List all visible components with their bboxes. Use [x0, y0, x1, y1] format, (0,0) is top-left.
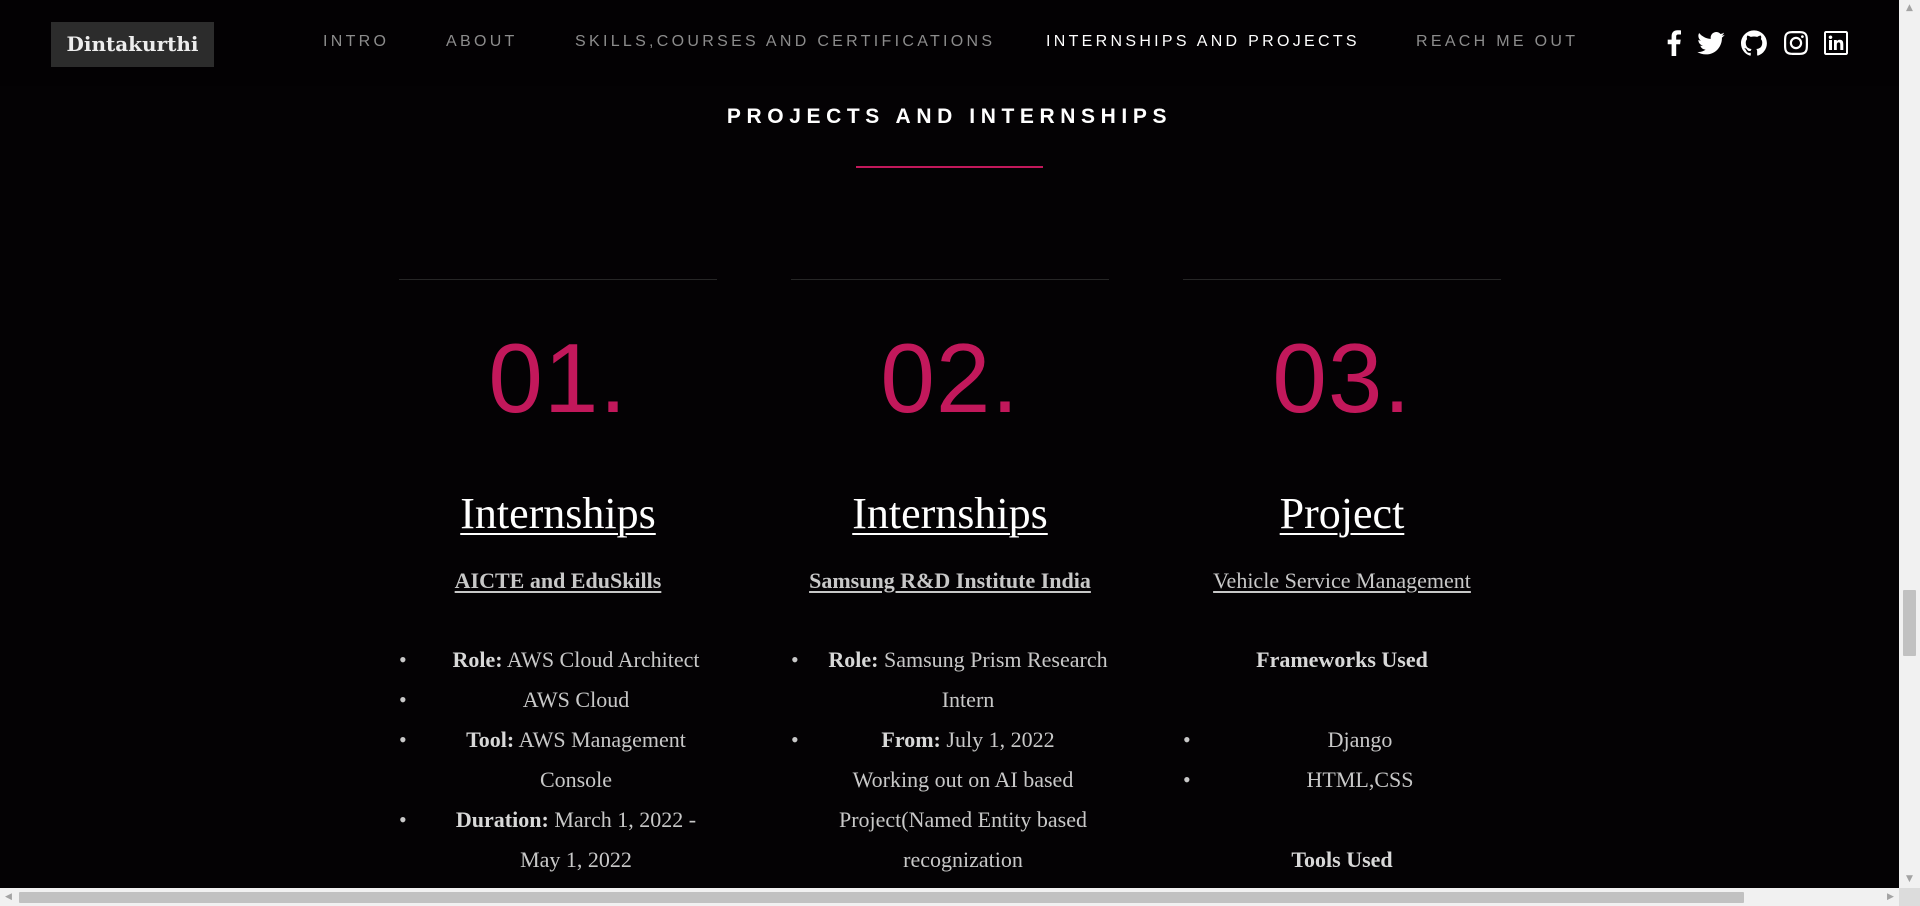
horizontal-scrollbar[interactable]: ◀ ▶ [0, 888, 1899, 906]
horizontal-scroll-thumb[interactable] [19, 892, 1744, 903]
details-list: Role: AWS Cloud Architect AWS Cloud Tool… [399, 640, 717, 880]
card-internship-samsung: 02. Internships Samsung R&D Institute In… [791, 279, 1109, 906]
site-logo[interactable]: Dintakurthi [51, 22, 214, 67]
list-item: From: July 1, 2022 [791, 720, 1109, 760]
github-icon[interactable] [1740, 29, 1768, 57]
list-item: Tool: AWS Management Console [399, 720, 717, 800]
page: Dintakurthi INTRO ABOUT SKILLS,COURSES A… [0, 0, 1920, 906]
card-subtitle-link[interactable]: Samsung R&D Institute India [791, 566, 1109, 596]
nav-item-skills[interactable]: SKILLS,COURSES AND CERTIFICATIONS [575, 33, 995, 51]
card-heading[interactable]: Project [1183, 486, 1501, 542]
details-list: Role: Samsung Prism Research Intern From… [791, 640, 1109, 760]
card-subtitle-link[interactable]: AICTE and EduSkills [399, 566, 717, 596]
card-heading[interactable]: Internships [791, 486, 1109, 542]
navbar: Dintakurthi INTRO ABOUT SKILLS,COURSES A… [0, 0, 1899, 86]
linkedin-icon[interactable] [1822, 29, 1850, 57]
list-item: Role: AWS Cloud Architect [399, 640, 717, 680]
card-number: 03. [1272, 323, 1412, 433]
card-details: Role: AWS Cloud Architect AWS Cloud Tool… [399, 640, 717, 880]
card-number: 02. [880, 323, 1020, 433]
instagram-icon[interactable] [1782, 29, 1810, 57]
scroll-left-arrow[interactable]: ◀ [0, 888, 17, 906]
scroll-down-arrow[interactable]: ▼ [1899, 871, 1920, 888]
nav-item-reach-me-out[interactable]: REACH ME OUT [1416, 33, 1578, 51]
list-item: Role: Samsung Prism Research Intern [791, 640, 1109, 720]
item-value: AWS Cloud Architect [506, 647, 700, 672]
scroll-right-arrow[interactable]: ▶ [1882, 888, 1899, 906]
item-value: July 1, 2022 [946, 727, 1055, 752]
card-divider [399, 279, 717, 280]
nav-item-internships-projects[interactable]: INTERNSHIPS AND PROJECTS [1046, 33, 1360, 51]
item-value: AWS Cloud [522, 687, 630, 712]
item-value: Samsung Prism Research Intern [883, 647, 1108, 712]
frameworks-list: Django HTML,CSS [1183, 720, 1501, 800]
nav-item-about[interactable]: ABOUT [446, 33, 518, 51]
frameworks-heading: Frameworks Used [1256, 647, 1428, 672]
item-label: Tool: [466, 727, 515, 752]
vertical-scroll-thumb[interactable] [1903, 590, 1916, 656]
list-item: Django [1183, 720, 1501, 760]
item-label: Role: [452, 647, 503, 672]
card-number: 01. [488, 323, 628, 433]
card-divider [791, 279, 1109, 280]
card-heading[interactable]: Internships [399, 486, 717, 542]
card-details: Role: Samsung Prism Research Intern From… [791, 640, 1109, 880]
project-description: Working out on AI based Project(Named En… [838, 767, 1088, 872]
card-internship-aicte: 01. Internships AICTE and EduSkills Role… [399, 279, 717, 906]
card-details: Frameworks Used Django HTML,CSS Tools Us… [1183, 640, 1501, 880]
card-project-vehicle: 03. Project Vehicle Service Management F… [1183, 279, 1501, 906]
facebook-icon[interactable] [1660, 29, 1688, 57]
twitter-icon[interactable] [1697, 29, 1725, 57]
scrollbar-corner [1899, 888, 1920, 906]
nav-item-intro[interactable]: INTRO [323, 33, 389, 51]
section-title: PROJECTS AND INTERNSHIPS [726, 105, 1173, 128]
item-label: From: [881, 727, 941, 752]
item-label: Role: [828, 647, 879, 672]
card-divider [1183, 279, 1501, 280]
card-subtitle-link[interactable]: Vehicle Service Management [1183, 566, 1501, 596]
tools-heading: Tools Used [1291, 847, 1393, 872]
list-item: HTML,CSS [1183, 760, 1501, 800]
vertical-scrollbar[interactable]: ▲ ▼ [1899, 0, 1920, 888]
title-underline [856, 166, 1043, 168]
list-item: AWS Cloud [399, 680, 717, 720]
list-item: Duration: March 1, 2022 - May 1, 2022 [399, 800, 717, 880]
item-value: AWS Management Console [518, 727, 686, 792]
scroll-up-arrow[interactable]: ▲ [1899, 0, 1920, 17]
item-label: Duration: [455, 807, 549, 832]
